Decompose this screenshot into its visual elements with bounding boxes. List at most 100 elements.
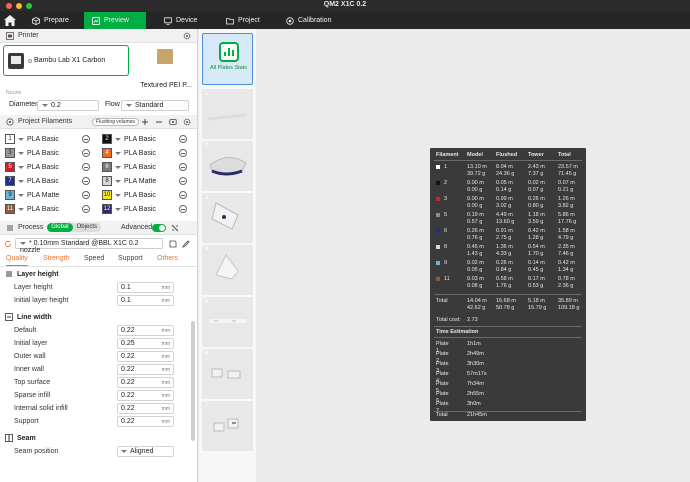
filament-color-swatch[interactable]: 7 <box>5 176 15 186</box>
filament-color-swatch[interactable]: 6 <box>102 162 112 172</box>
filament-item[interactable]: 9 PLA Matte <box>5 189 99 201</box>
param-input[interactable]: 0.22 mm <box>117 364 174 375</box>
sync-ams-icon[interactable] <box>169 118 177 126</box>
tab-preview[interactable]: Preview <box>84 12 146 29</box>
remove-filament-icon[interactable] <box>82 163 90 171</box>
chevron-down-icon <box>115 151 121 155</box>
divider <box>434 337 582 338</box>
plate-thumbnail[interactable]: 1 <box>202 89 253 139</box>
filament-color-swatch[interactable]: 9 <box>5 190 15 200</box>
stat-weight: 0.14 g <box>496 187 512 193</box>
layer-height-input[interactable]: 0.1 mm <box>117 282 174 293</box>
filament-color-swatch[interactable]: 11 <box>5 204 15 214</box>
remove-filament-icon[interactable] <box>179 205 187 213</box>
filament-item[interactable]: 12 PLA Basic <box>102 203 196 215</box>
tab-support[interactable]: Support <box>118 255 143 262</box>
printer-name: Bambu Lab X1 Carbon <box>34 57 106 64</box>
filament-item[interactable]: 1 PLA Basic <box>5 133 99 145</box>
flushing-volumes-button[interactable]: Flushing volumes <box>92 118 139 126</box>
printer-settings-icon[interactable] <box>28 59 32 63</box>
stat-weight: 50.78 g <box>496 305 515 311</box>
edit-icon[interactable] <box>182 240 190 248</box>
tab-device[interactable]: Device <box>156 12 218 29</box>
advanced-switch[interactable] <box>152 224 166 232</box>
tab-others[interactable]: Others <box>157 255 178 262</box>
filament-color-swatch[interactable]: 2 <box>102 134 112 144</box>
filament-item[interactable]: 4 PLA Basic <box>102 147 196 159</box>
global-objects-toggle[interactable]: Global Objects <box>47 223 101 232</box>
filament-item[interactable]: 2 PLA Basic <box>102 133 196 145</box>
remove-filament-icon[interactable] <box>179 149 187 157</box>
param-seam-position: Seam position Aligned <box>0 445 197 458</box>
filament-color-swatch[interactable]: 4 <box>102 148 112 158</box>
param-input[interactable]: 0.22 mm <box>117 377 174 388</box>
tab-calibration[interactable]: Calibration <box>278 12 350 29</box>
plate-thumbnail[interactable]: 5 <box>202 297 253 347</box>
remove-filament-icon[interactable] <box>179 163 187 171</box>
reset-icon[interactable] <box>4 240 12 248</box>
tab-project[interactable]: Project <box>218 12 280 29</box>
plate-thumbnail[interactable]: 4 <box>202 245 253 295</box>
toggle-objects[interactable]: Objects <box>73 223 101 232</box>
remove-filament-icon[interactable] <box>179 177 187 185</box>
remove-filament-icon[interactable] <box>82 177 90 185</box>
diameter-select[interactable]: 0.2 <box>37 100 99 111</box>
gear-icon[interactable] <box>183 118 191 126</box>
save-icon[interactable] <box>169 240 177 248</box>
filament-color-swatch[interactable]: 5 <box>5 162 15 172</box>
plate-thumbnail[interactable]: 7 <box>202 401 253 451</box>
sidebar-scrollbar[interactable] <box>191 321 195 441</box>
remove-filament-icon[interactable] <box>82 205 90 213</box>
param-input[interactable]: 0.22 mm <box>117 390 174 401</box>
param-input[interactable]: 0.22 mm <box>117 403 174 414</box>
param-input[interactable]: 0.25 mm <box>117 338 174 349</box>
all-plates-stats-button[interactable]: All Plates Stats <box>202 33 253 85</box>
stat-weight: 13.60 g <box>496 219 515 225</box>
filament-item[interactable]: 7 PLA Basic <box>5 175 99 187</box>
filament-color-swatch[interactable]: 8 <box>102 176 112 186</box>
filament-item[interactable]: 3 PLA Basic <box>5 147 99 159</box>
filament-item[interactable]: 5 PLA Basic <box>5 161 99 173</box>
remove-filament-icon[interactable] <box>82 149 90 157</box>
param-input[interactable]: 0.22 mm <box>117 351 174 362</box>
tab-quality[interactable]: Quality <box>6 255 28 266</box>
title-bar: QM2 X1C 0.2 <box>0 0 690 12</box>
remove-filament-icon[interactable] <box>179 135 187 143</box>
param-row: Initial layer 0.25 mm <box>0 337 197 350</box>
plate-thumbnail[interactable]: 3 <box>202 193 253 243</box>
filament-item[interactable]: 8 PLA Matte <box>102 175 196 187</box>
remove-filament-icon[interactable] <box>82 191 90 199</box>
seam-position-select[interactable]: Aligned <box>117 446 174 457</box>
plus-icon[interactable] <box>141 118 149 126</box>
toggle-global[interactable]: Global <box>47 223 73 232</box>
filament-color-swatch[interactable]: 10 <box>102 190 112 200</box>
param-input[interactable]: 0.22 mm <box>117 325 174 336</box>
stat-weight: 0.53 g <box>528 283 544 289</box>
home-icon[interactable] <box>3 14 17 27</box>
filament-color-swatch[interactable]: 3 <box>5 148 15 158</box>
plate-thumbnail[interactable]: 6 <box>202 349 253 399</box>
minus-icon[interactable] <box>155 118 163 126</box>
unit-label: mm <box>161 354 170 360</box>
filament-color-swatch[interactable]: 12 <box>102 204 112 214</box>
remove-filament-icon[interactable] <box>82 135 90 143</box>
process-preset-select[interactable]: * 0.10mm Standard @BBL X1C 0.2 nozzle <box>15 238 163 254</box>
plate-type-card[interactable]: Textured PEI P... <box>137 45 195 91</box>
flow-select[interactable]: Standard <box>121 100 189 111</box>
tab-prepare[interactable]: Prepare <box>24 12 82 29</box>
param-value: 0.22 <box>121 418 135 425</box>
filament-item[interactable]: 6 PLA Basic <box>102 161 196 173</box>
stat-length: 0.00 m <box>467 196 484 202</box>
tab-speed[interactable]: Speed <box>84 255 104 262</box>
remove-filament-icon[interactable] <box>179 191 187 199</box>
gear-icon[interactable] <box>183 32 191 40</box>
filament-item[interactable]: 11 PLA Basic <box>5 203 99 215</box>
tab-strength[interactable]: Strength <box>43 255 69 262</box>
filament-item[interactable]: 10 PLA Basic <box>102 189 196 201</box>
initial-layer-height-input[interactable]: 0.1 mm <box>117 295 174 306</box>
printer-preset-card[interactable]: Bambu Lab X1 Carbon <box>3 45 129 76</box>
compare-icon[interactable] <box>171 224 179 232</box>
filament-color-swatch[interactable]: 1 <box>5 134 15 144</box>
param-input[interactable]: 0.22 mm <box>117 416 174 427</box>
plate-thumbnail[interactable]: 2 <box>202 141 253 191</box>
